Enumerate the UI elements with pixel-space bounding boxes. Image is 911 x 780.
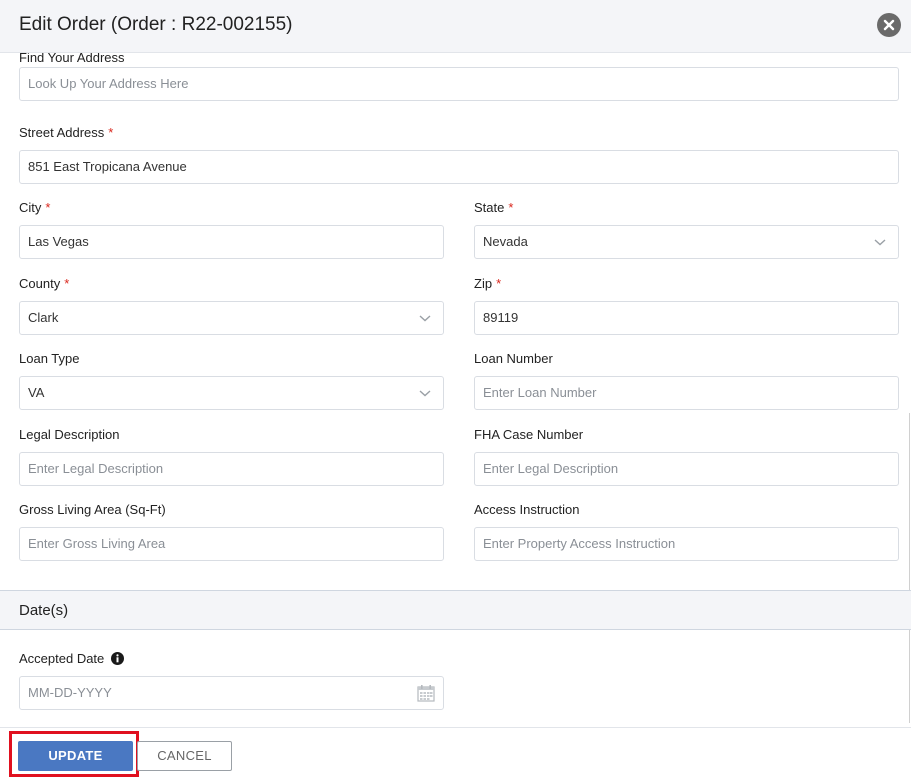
- state-field: State * Nevada: [474, 200, 899, 259]
- county-label: County *: [19, 276, 70, 291]
- calendar-icon[interactable]: [417, 684, 435, 702]
- city-label: City *: [19, 200, 51, 215]
- street-address-input[interactable]: 851 East Tropicana Avenue: [19, 150, 899, 184]
- dates-section-header: Date(s): [0, 590, 911, 630]
- fha-case-number-field: FHA Case Number Enter Legal Description: [474, 427, 899, 486]
- find-address-input[interactable]: Look Up Your Address Here: [19, 67, 899, 101]
- access-instruction-label: Access Instruction: [474, 502, 580, 517]
- city-input[interactable]: Las Vegas: [19, 225, 444, 259]
- accepted-date-input[interactable]: MM-DD-YYYY: [19, 676, 444, 710]
- street-address-label: Street Address *: [19, 125, 114, 140]
- close-icon: [883, 19, 895, 31]
- chevron-down-icon: [874, 239, 886, 246]
- legal-description-field: Legal Description Enter Legal Descriptio…: [19, 427, 444, 486]
- county-field: County * Clark: [19, 276, 444, 335]
- gross-living-area-field: Gross Living Area (Sq-Ft) Enter Gross Li…: [19, 502, 444, 561]
- access-instruction-field: Access Instruction Enter Property Access…: [474, 502, 899, 561]
- access-instruction-input[interactable]: Enter Property Access Instruction: [474, 527, 899, 561]
- find-address-field: Find Your Address Look Up Your Address H…: [19, 53, 899, 101]
- dates-section-title: Date(s): [19, 602, 69, 619]
- close-button[interactable]: [877, 13, 901, 37]
- loan-type-select[interactable]: VA: [19, 376, 444, 410]
- loan-number-label: Loan Number: [474, 351, 553, 366]
- info-icon[interactable]: [110, 652, 124, 665]
- zip-input[interactable]: 89119: [474, 301, 899, 335]
- street-address-field: Street Address * 851 East Tropicana Avenu…: [19, 125, 899, 184]
- modal-header: Edit Order (Order : R22-002155): [0, 0, 911, 53]
- scrollbar[interactable]: [909, 413, 910, 723]
- loan-type-label: Loan Type: [19, 351, 80, 366]
- loan-number-field: Loan Number Enter Loan Number: [474, 351, 899, 410]
- accepted-date-field: Accepted Date MM-DD-YYYY: [19, 651, 444, 710]
- cancel-button[interactable]: CANCEL: [137, 741, 232, 771]
- modal-footer: UPDATE CANCEL: [0, 727, 911, 780]
- modal-body[interactable]: Find Your Address Look Up Your Address H…: [0, 53, 911, 727]
- legal-description-label: Legal Description: [19, 427, 120, 442]
- loan-type-field: Loan Type VA: [19, 351, 444, 410]
- update-button[interactable]: UPDATE: [18, 741, 133, 771]
- accepted-date-label: Accepted Date: [19, 651, 444, 667]
- city-field: City * Las Vegas: [19, 200, 444, 259]
- state-label: State *: [474, 200, 514, 215]
- county-select[interactable]: Clark: [19, 301, 444, 335]
- chevron-down-icon: [419, 315, 431, 322]
- gross-living-area-input[interactable]: Enter Gross Living Area: [19, 527, 444, 561]
- loan-number-input[interactable]: Enter Loan Number: [474, 376, 899, 410]
- state-select[interactable]: Nevada: [474, 225, 899, 259]
- fha-case-number-input[interactable]: Enter Legal Description: [474, 452, 899, 486]
- gross-living-area-label: Gross Living Area (Sq-Ft): [19, 502, 166, 517]
- zip-label: Zip *: [474, 276, 502, 291]
- fha-case-number-label: FHA Case Number: [474, 427, 584, 442]
- zip-field: Zip * 89119: [474, 276, 899, 335]
- legal-description-input[interactable]: Enter Legal Description: [19, 452, 444, 486]
- find-address-label: Find Your Address: [19, 53, 125, 65]
- modal-title: Edit Order (Order : R22-002155): [19, 14, 293, 35]
- chevron-down-icon: [419, 390, 431, 397]
